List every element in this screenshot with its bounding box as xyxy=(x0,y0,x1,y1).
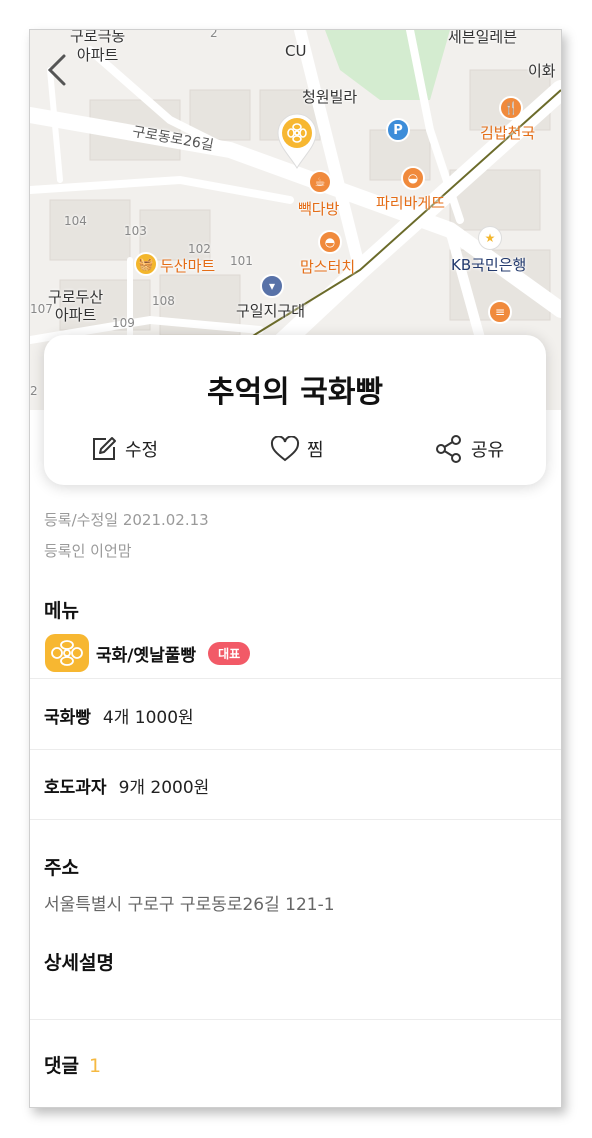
bank-icon: ★ xyxy=(478,226,502,250)
divider xyxy=(30,749,561,750)
building-number: 107 xyxy=(30,302,53,316)
building-number: 101 xyxy=(230,254,253,268)
map-label-police: 구일지구대 xyxy=(236,302,306,320)
map-label-gimbap: 김밥천국 xyxy=(480,124,536,142)
mart-icon: 🧺 xyxy=(134,252,158,276)
map-label-apt-bottom: 구로두산 아파트 xyxy=(48,288,104,324)
action-bar: 수정 찜 공유 xyxy=(44,431,546,471)
police-icon: ▾ xyxy=(260,274,284,298)
map-label-moms: 맘스터치 xyxy=(300,258,356,276)
map-label-kb: KB국민은행 xyxy=(451,256,527,274)
map-label-seven: 세븐일레븐 xyxy=(448,30,518,46)
building-number: 103 xyxy=(124,224,147,238)
chevron-left-icon xyxy=(47,54,66,86)
comments-title: 댓글 xyxy=(44,1055,79,1077)
map-label-paris: 파리바게뜨 xyxy=(376,194,446,212)
representative-menu-name: 국화/옛날풀빵 xyxy=(96,645,197,666)
back-button[interactable] xyxy=(42,50,72,90)
like-label: 찜 xyxy=(307,440,324,461)
menu-item-price: 4개 1000원 xyxy=(102,708,194,728)
parking-icon: P xyxy=(386,118,410,142)
cafe-icon: ☕ xyxy=(308,170,332,194)
representative-menu: 국화/옛날풀빵 대표 xyxy=(44,633,251,673)
building-number: 108 xyxy=(152,294,175,308)
building-number: 102 xyxy=(188,242,211,256)
building-number: 2 xyxy=(210,30,218,40)
bakery-icon: ◒ xyxy=(401,166,425,190)
store-card: 추억의 국화빵 수정 찜 공유 xyxy=(44,335,546,485)
menu-item: 호도과자 9개 2000원 xyxy=(44,773,209,798)
divider xyxy=(30,1019,561,1020)
representative-badge: 대표 xyxy=(208,641,251,665)
map-label-cu: CU xyxy=(285,42,307,60)
share-button[interactable]: 공유 xyxy=(434,431,504,467)
address-value: 서울특별시 구로구 구로동로26길 121-1 xyxy=(44,895,335,915)
author: 등록인 이언맘 xyxy=(44,542,132,560)
divider xyxy=(30,819,561,820)
map-label-villa: 청원빌라 xyxy=(302,88,358,106)
building-number: 104 xyxy=(64,214,87,228)
burger-icon: ≡ xyxy=(488,300,512,324)
menu-item-name: 국화빵 xyxy=(44,708,91,728)
comments-header[interactable]: 댓글 1 xyxy=(44,1051,101,1078)
like-button[interactable]: 찜 xyxy=(270,431,324,467)
gukhwappang-icon xyxy=(45,634,89,672)
map-label-apt-top: 구로극동 아파트 xyxy=(70,30,126,64)
edit-button[interactable]: 수정 xyxy=(90,431,158,467)
share-label: 공유 xyxy=(471,440,505,461)
comment-count: 1 xyxy=(88,1055,102,1077)
map-pin-icon xyxy=(277,113,317,169)
edit-label: 수정 xyxy=(125,440,159,461)
map-label-ewha: 이화 xyxy=(528,62,556,80)
menu-item: 국화빵 4개 1000원 xyxy=(44,703,194,728)
restaurant-icon: 🍴 xyxy=(499,96,523,120)
updated-date: 등록/수정일 2021.02.13 xyxy=(44,511,209,529)
menu-title: 메뉴 xyxy=(44,600,79,622)
menu-item-price: 9개 2000원 xyxy=(118,778,210,798)
menu-item-name: 호도과자 xyxy=(44,778,107,798)
map-label-doosan: 두산마트 xyxy=(160,257,216,275)
building-number: 2 xyxy=(30,384,38,398)
share-icon xyxy=(436,435,461,463)
building-number: 109 xyxy=(112,316,135,330)
screen-frame: 구로극동 아파트 CU 세븐일레븐 이화 청원빌라 구로동로26길 🍴 김밥천국 … xyxy=(29,29,562,1108)
store-title: 추억의 국화빵 xyxy=(206,375,384,410)
map-label-paik: 빽다방 xyxy=(298,200,340,218)
store-location-pin[interactable] xyxy=(276,112,318,170)
heart-icon xyxy=(270,436,300,462)
divider xyxy=(30,678,561,679)
fastfood-icon: ◓ xyxy=(318,230,342,254)
edit-icon xyxy=(93,437,116,460)
address-title: 주소 xyxy=(44,857,79,879)
detail-title: 상세설명 xyxy=(44,952,114,974)
